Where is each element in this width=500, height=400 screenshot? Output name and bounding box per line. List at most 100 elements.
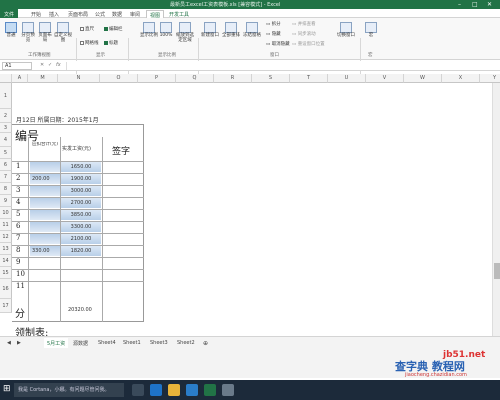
row-id[interactable]: 9: [16, 258, 20, 266]
column-header[interactable]: Q: [176, 74, 214, 83]
row-id[interactable]: 7: [16, 234, 20, 242]
row-header[interactable]: 11: [0, 219, 12, 231]
row-id[interactable]: 6: [16, 222, 20, 230]
sheet-nav-prev-icon[interactable]: ◀: [4, 338, 14, 348]
headings-checkbox[interactable]: 标题: [104, 40, 118, 46]
column-header[interactable]: M: [28, 74, 58, 83]
deduction-cell[interactable]: 200.00: [30, 174, 60, 184]
deduction-cell[interactable]: [30, 162, 60, 172]
deduction-cell[interactable]: [30, 222, 60, 232]
sheet-tab-sheet3[interactable]: Sheet3: [147, 338, 171, 348]
column-header[interactable]: X: [442, 74, 480, 83]
column-header[interactable]: R: [214, 74, 252, 83]
ruler-checkbox[interactable]: 直尺: [80, 26, 94, 32]
column-header[interactable]: S: [252, 74, 290, 83]
tab-file[interactable]: 文件: [0, 9, 19, 18]
column-header[interactable]: Y: [480, 74, 500, 83]
minimize-icon[interactable]: –: [458, 1, 461, 8]
sync-scroll-button[interactable]: ▭ 同步滚动: [292, 31, 316, 37]
net-pay-cell[interactable]: 3000.00: [61, 186, 101, 196]
windows-start-icon[interactable]: ⊞: [3, 384, 11, 394]
sheet-nav-next-icon[interactable]: ▶: [14, 338, 24, 348]
row-id[interactable]: 1: [16, 162, 20, 170]
gridlines-checkbox[interactable]: 网格线: [80, 40, 99, 46]
row-header[interactable]: 12: [0, 231, 12, 243]
side-by-side-button[interactable]: ▭ 并排查看: [292, 21, 316, 27]
select-all-corner[interactable]: [0, 74, 12, 83]
row-id[interactable]: 10: [16, 270, 25, 278]
net-pay-cell[interactable]: 1650.00: [61, 162, 101, 172]
formula-input[interactable]: [66, 62, 496, 70]
macros-button[interactable]: 宏: [364, 22, 378, 39]
row-id[interactable]: 5: [16, 210, 20, 218]
zoom-100-button[interactable]: 100%: [158, 22, 174, 39]
arrange-all-button[interactable]: 全部重排: [221, 22, 241, 39]
fx-icon[interactable]: fx: [56, 62, 61, 68]
unhide-button[interactable]: ▭ 取消隐藏: [266, 41, 290, 47]
row-header[interactable]: 5: [0, 147, 12, 159]
cortana-search[interactable]: 我是 Cortana，小娜。有问题尽管问我。: [14, 383, 124, 397]
row-header[interactable]: 8: [0, 183, 12, 195]
zoom-button[interactable]: 显示比例: [140, 22, 158, 39]
net-pay-cell[interactable]: 2700.00: [61, 198, 101, 208]
row-id[interactable]: 4: [16, 198, 20, 206]
deduction-cell[interactable]: [30, 210, 60, 220]
switch-window-button[interactable]: 切换窗口: [336, 22, 356, 39]
deduction-cell[interactable]: [30, 198, 60, 208]
row-id[interactable]: 11: [16, 282, 25, 290]
freeze-panes-button[interactable]: 冻结窗格: [242, 22, 262, 39]
row-header[interactable]: 1: [0, 83, 12, 109]
net-pay-cell[interactable]: 1820.00: [61, 246, 101, 256]
column-header[interactable]: V: [366, 74, 404, 83]
row-id[interactable]: 8: [16, 246, 20, 254]
close-icon[interactable]: ✕: [487, 1, 492, 8]
column-header[interactable]: W: [404, 74, 442, 83]
zoom-selection-button[interactable]: 缩放到选定区域: [175, 22, 195, 44]
hide-button[interactable]: ▭ 隐藏: [266, 31, 281, 37]
maximize-icon[interactable]: □: [472, 1, 478, 8]
row-id[interactable]: 3: [16, 186, 20, 194]
deduction-cell[interactable]: [30, 186, 60, 196]
column-header[interactable]: T: [290, 74, 328, 83]
page-break-button[interactable]: 分页预览: [20, 22, 36, 44]
store-icon[interactable]: [186, 384, 198, 396]
date-cell[interactable]: 月12日 所属日期：2015年1月: [16, 115, 99, 124]
column-header[interactable]: P: [138, 74, 176, 83]
row-header[interactable]: 14: [0, 255, 12, 267]
vertical-scrollbar[interactable]: [492, 83, 500, 336]
name-box[interactable]: A1: [2, 62, 32, 70]
file-explorer-icon[interactable]: [168, 384, 180, 396]
reset-position-button[interactable]: ▭ 重设窗口位置: [292, 41, 325, 47]
new-window-button[interactable]: 新建窗口: [200, 22, 220, 39]
row-header[interactable]: 9: [0, 195, 12, 207]
net-pay-cell[interactable]: 3300.00: [61, 222, 101, 232]
cancel-icon[interactable]: ✕: [40, 62, 44, 68]
total-value[interactable]: 20320.00: [68, 307, 92, 313]
page-layout-button[interactable]: 页面布局: [37, 22, 53, 44]
row-header[interactable]: 3: [0, 123, 12, 133]
column-header[interactable]: O: [100, 74, 138, 83]
app-icon[interactable]: [222, 384, 234, 396]
header-signature[interactable]: 签字: [112, 144, 130, 157]
row-id[interactable]: 2: [16, 174, 20, 182]
row-header[interactable]: 16: [0, 279, 12, 299]
net-pay-cell[interactable]: 2100.00: [61, 234, 101, 244]
edge-icon[interactable]: [150, 384, 162, 396]
row-header[interactable]: 6: [0, 159, 12, 171]
row-header[interactable]: 15: [0, 267, 12, 279]
net-pay-cell[interactable]: 1900.00: [61, 174, 101, 184]
excel-taskbar-icon[interactable]: [204, 384, 216, 396]
column-header[interactable]: N: [58, 74, 100, 83]
header-deductions[interactable]: 应扣合计(元): [30, 142, 60, 148]
sheet-tab-sheet2[interactable]: Sheet2: [174, 338, 198, 348]
split-button[interactable]: ▭ 拆分: [266, 21, 281, 27]
row-header[interactable]: 2: [0, 109, 12, 123]
scrollbar-thumb[interactable]: [494, 263, 500, 279]
row-header[interactable]: 7: [0, 171, 12, 183]
column-header[interactable]: U: [328, 74, 366, 83]
confirm-icon[interactable]: ✓: [48, 62, 52, 68]
row-header[interactable]: 13: [0, 243, 12, 255]
deduction-cell[interactable]: [30, 234, 60, 244]
row-header[interactable]: 17: [0, 299, 12, 313]
normal-view-button[interactable]: 普通: [3, 22, 19, 39]
